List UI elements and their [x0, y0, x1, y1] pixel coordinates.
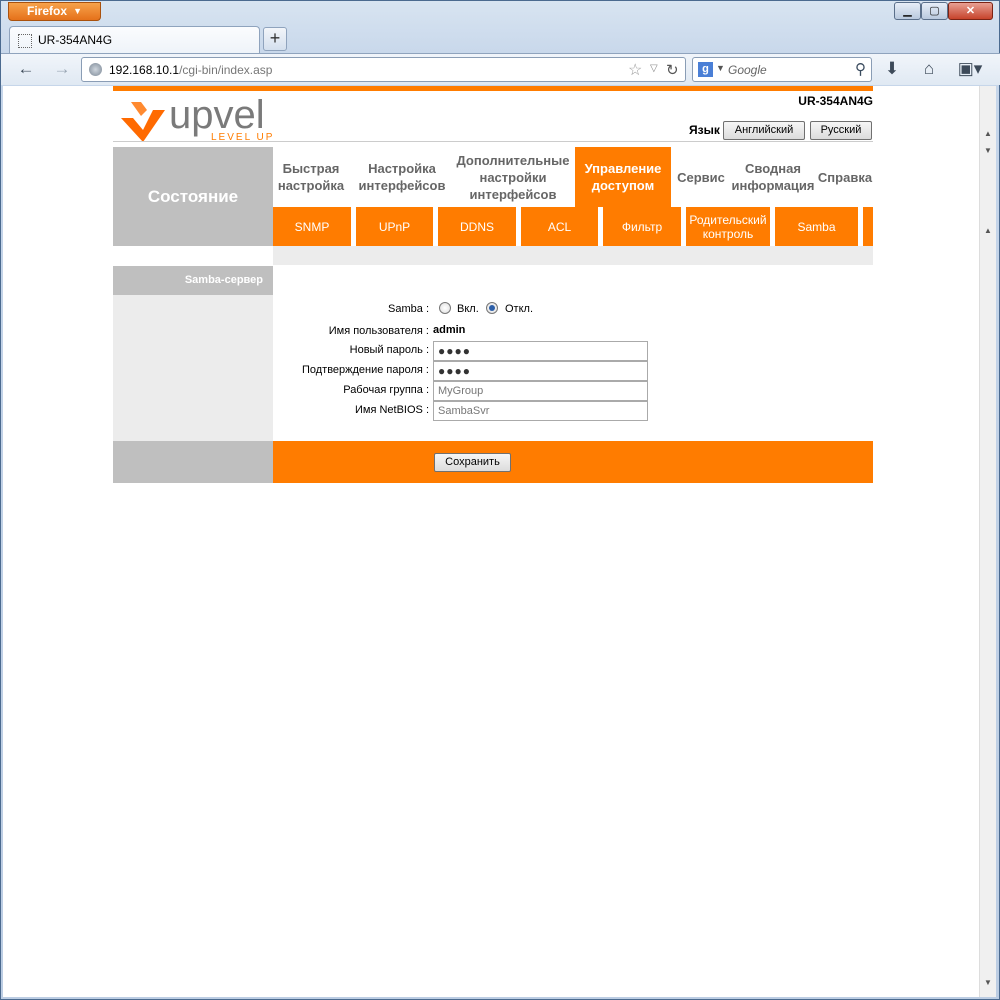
new-password-label: Новый пароль : — [349, 344, 429, 356]
header-divider — [113, 141, 873, 142]
forward-icon[interactable]: → — [49, 58, 75, 82]
bookmark-star-icon[interactable]: ☆ — [628, 60, 642, 80]
engine-dropdown-icon[interactable]: ▼ — [716, 63, 725, 73]
netbios-row: Имя NetBIOS : SambaSvr — [273, 401, 873, 421]
favicon-icon — [18, 34, 32, 48]
confirm-password-row: Подтверждение пароля : ●●●● — [273, 361, 873, 381]
nav-access-management[interactable]: Управление доступом — [575, 147, 671, 207]
tab-strip: UR-354AN4G + — [1, 23, 1000, 54]
username-label: Имя пользователя : — [328, 325, 429, 337]
nav-help[interactable]: Справка — [817, 147, 873, 207]
top-accent-bar — [113, 86, 873, 91]
workgroup-label: Рабочая группа : — [343, 384, 429, 396]
new-tab-button[interactable]: + — [263, 27, 287, 51]
scroll-up-icon[interactable]: ▲ — [980, 126, 996, 142]
netbios-field[interactable]: SambaSvr — [433, 401, 648, 421]
model-name: UR-354AN4G — [798, 94, 873, 108]
chevron-down-icon: ▼ — [73, 6, 82, 16]
action-bar: Сохранить — [113, 441, 873, 483]
samba-on-label[interactable]: Вкл. — [457, 303, 479, 315]
home-icon[interactable]: ⌂ — [916, 58, 942, 82]
url-path: /cgi-bin/index.asp — [179, 63, 273, 77]
save-button[interactable]: Сохранить — [434, 453, 511, 472]
url-text: 192.168.10.1/cgi-bin/index.asp — [109, 63, 272, 77]
subnav-overflow — [863, 207, 873, 246]
nav-service[interactable]: Сервис — [673, 147, 729, 207]
samba-on-radio[interactable] — [439, 302, 451, 314]
nav-quick-setup[interactable]: Быстрая настройка — [273, 147, 349, 207]
scroll-down-icon[interactable]: ▼ — [980, 975, 996, 991]
nav-status[interactable]: Состояние — [113, 147, 273, 246]
upvel-logo: upvel LEVEL UP — [119, 93, 289, 143]
minimize-button[interactable]: ▁ — [894, 2, 921, 20]
firefox-menu-label: Firefox — [27, 4, 68, 18]
scroll-mid-down-icon[interactable]: ▼ — [980, 146, 996, 155]
subnav-filter[interactable]: Фильтр — [603, 207, 681, 246]
subnav-samba[interactable]: Samba — [775, 207, 858, 246]
browser-tab[interactable]: UR-354AN4G — [9, 26, 260, 54]
new-password-row: Новый пароль : ●●●● — [273, 341, 873, 361]
bookmarks-menu-icon[interactable]: ▣▾ — [953, 58, 987, 82]
close-window-button[interactable]: ✕ — [948, 2, 993, 20]
subnav-snmp[interactable]: SNMP — [273, 207, 351, 246]
workgroup-row: Рабочая группа : MyGroup — [273, 381, 873, 401]
google-engine-icon[interactable]: g — [698, 62, 713, 77]
samba-off-label[interactable]: Откл. — [505, 303, 533, 315]
search-bar[interactable]: g ▼ Google ⚲ — [692, 57, 872, 82]
sub-nav: SNMP UPnP DDNS ACL Фильтр Родительский к… — [273, 207, 873, 246]
scroll-mid-up-icon[interactable]: ▲ — [980, 226, 996, 235]
downloads-icon[interactable]: ⬇ — [879, 58, 905, 82]
subnav-parental-control[interactable]: Родительский контроль — [686, 207, 770, 246]
site-identity-icon[interactable] — [89, 63, 102, 76]
search-input[interactable]: Google — [728, 63, 767, 77]
samba-off-radio[interactable] — [486, 302, 498, 314]
nav-interface-setup[interactable]: Настройка интерфейсов — [353, 147, 451, 207]
nav-advanced-interface-setup[interactable]: Дополнительные настройки интерфейсов — [453, 147, 573, 207]
language-label: Язык — [689, 123, 720, 137]
confirm-password-field[interactable]: ●●●● — [433, 361, 648, 381]
subnav-ddns[interactable]: DDNS — [438, 207, 516, 246]
new-password-field[interactable]: ●●●● — [433, 341, 648, 361]
confirm-password-label: Подтверждение пароля : — [301, 364, 429, 376]
url-history-dropdown-icon[interactable]: ▽ — [650, 63, 658, 74]
browser-window: Firefox ▼ ▁ ▢ ✕ UR-354AN4G + ← → 192.168… — [0, 0, 1000, 1000]
firefox-menu-button[interactable]: Firefox ▼ — [8, 2, 101, 21]
english-language-button[interactable]: Английский — [723, 121, 805, 140]
username-value: admin — [433, 324, 466, 336]
username-row: Имя пользователя : admin — [273, 322, 873, 342]
separator-strip — [113, 246, 873, 265]
upvel-logo-icon: upvel LEVEL UP — [121, 93, 272, 143]
back-icon[interactable]: ← — [13, 58, 39, 82]
workgroup-field[interactable]: MyGroup — [433, 381, 648, 401]
subnav-upnp[interactable]: UPnP — [356, 207, 433, 246]
section-sidebar: Samba-сервер — [113, 266, 273, 441]
url-bar[interactable]: 192.168.10.1/cgi-bin/index.asp ☆ ▽ ↻ — [81, 57, 686, 82]
main-nav: Быстрая настройка Настройка интерфейсов … — [273, 147, 873, 207]
page-viewport: upvel LEVEL UP UR-354AN4G Язык Английски… — [3, 86, 979, 997]
tab-title: UR-354AN4G — [38, 33, 113, 47]
section-title: Samba-сервер — [113, 266, 273, 295]
vertical-scrollbar[interactable]: ▲ ▼ ▲ ▼ — [979, 86, 996, 997]
url-host: 192.168.10.1 — [109, 63, 180, 77]
samba-label: Samba : — [388, 303, 429, 315]
logo-text: upvel — [169, 96, 265, 137]
maximize-button[interactable]: ▢ — [921, 2, 948, 20]
reload-icon[interactable]: ↻ — [666, 61, 679, 79]
router-page: upvel LEVEL UP UR-354AN4G Язык Английски… — [113, 86, 873, 486]
samba-row: Samba : Вкл. Откл. — [273, 300, 873, 320]
search-icon[interactable]: ⚲ — [855, 60, 866, 78]
title-bar: Firefox ▼ ▁ ▢ ✕ — [1, 1, 1000, 23]
russian-language-button[interactable]: Русский — [810, 121, 872, 140]
subnav-acl[interactable]: ACL — [521, 207, 598, 246]
navigation-toolbar: ← → 192.168.10.1/cgi-bin/index.asp ☆ ▽ ↻… — [1, 53, 1000, 85]
netbios-label: Имя NetBIOS : — [355, 404, 429, 416]
nav-summary-info[interactable]: Сводная информация — [729, 147, 817, 207]
